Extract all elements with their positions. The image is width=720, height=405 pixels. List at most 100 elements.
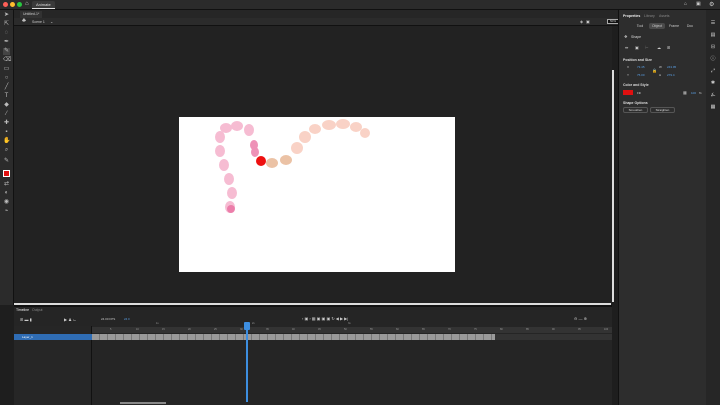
- playhead[interactable]: [246, 322, 248, 402]
- shape-options-header[interactable]: Shape Options: [623, 101, 648, 105]
- frame-number: 75: [474, 328, 477, 331]
- center-stage-icon[interactable]: ◈: [580, 19, 583, 24]
- y-field[interactable]: 75.00: [637, 73, 645, 77]
- opacity-field[interactable]: 100: [691, 91, 696, 95]
- playback-controls[interactable]: ‹ ▣ › ▦ ▣ ▣ ▣ ↻ ◀ ▶ ▶|: [302, 316, 348, 321]
- properties-icon[interactable]: ☰: [710, 20, 716, 26]
- time-label: 2s: [252, 322, 255, 325]
- bone-tool-icon[interactable]: ✚: [3, 120, 10, 127]
- close-window-button[interactable]: [3, 2, 8, 7]
- layer-row[interactable]: Layer_1: [14, 334, 92, 340]
- fill-color-swatch[interactable]: [3, 170, 10, 177]
- layer-name[interactable]: Layer_1: [22, 335, 33, 339]
- fps-field[interactable]: 24.00 FPS: [101, 317, 115, 321]
- workspace-icon[interactable]: ⌂: [684, 1, 687, 7]
- frame-value[interactable]: 24: [124, 317, 127, 321]
- break-apart-icon[interactable]: ⊢: [645, 45, 648, 50]
- oval-tool-icon[interactable]: ○: [3, 75, 10, 82]
- frame-number: 50: [344, 328, 347, 331]
- camera-icon[interactable]: ▶ ♟ ⌙: [64, 317, 76, 322]
- app-tab[interactable]: Animate: [32, 1, 55, 9]
- stroke-color-icon[interactable]: ✎: [3, 158, 10, 165]
- paint-bucket-icon[interactable]: ◆: [3, 102, 10, 109]
- subtab-doc[interactable]: Doc: [683, 23, 697, 29]
- align-icon[interactable]: ⇹: [625, 45, 628, 50]
- timeline-scrollbar[interactable]: [120, 402, 166, 404]
- frame-number: 30: [240, 328, 243, 331]
- edit-scene-icon[interactable]: ♣: [22, 18, 26, 24]
- settings-icon[interactable]: ⚙: [709, 1, 714, 8]
- stage-canvas[interactable]: [179, 117, 455, 272]
- snap-icon[interactable]: ◉: [3, 199, 10, 206]
- position-size-header[interactable]: Position and Size: [623, 58, 652, 62]
- transform-panel-icon[interactable]: ⤢: [710, 68, 716, 74]
- frame-number: 55: [370, 328, 373, 331]
- selection-tool-icon[interactable]: ➤: [3, 12, 10, 19]
- line-tool-icon[interactable]: ╱: [3, 84, 10, 91]
- h-label: H: [659, 73, 662, 77]
- brush-stroke-drawing[interactable]: [179, 117, 455, 272]
- lock-icon[interactable]: 🔒: [652, 68, 657, 73]
- tab-output[interactable]: Output: [32, 308, 43, 312]
- subtab-object[interactable]: Object: [649, 23, 665, 29]
- w-field[interactable]: 243.95: [667, 65, 676, 69]
- components-icon[interactable]: ✱: [710, 80, 716, 86]
- fill-label: Fill: [637, 91, 641, 95]
- brush-tool-icon[interactable]: ✎: [3, 48, 10, 55]
- opacity-unit: %: [699, 91, 702, 95]
- smooth-icon[interactable]: ⌁: [3, 208, 10, 215]
- home-icon[interactable]: ⌂: [25, 1, 29, 7]
- frame-ruler[interactable]: 5 10 15 20 25 30 35 40 45 50 55 60 65 70 75 80 85 90 95 100…: [92, 322, 612, 333]
- scene-selector[interactable]: Scene 1: [32, 20, 45, 24]
- align-panel-icon[interactable]: ⊟: [710, 44, 716, 50]
- frame-field[interactable]: 24 F: [124, 317, 130, 321]
- document-tab[interactable]: Untitled-1*: [20, 11, 43, 18]
- timeline-zoom-icon[interactable]: ⊖ — ⊕: [574, 316, 587, 321]
- swatches-icon[interactable]: ▦: [710, 104, 716, 110]
- tab-timeline[interactable]: Timeline: [16, 308, 29, 312]
- frame-number: 85: [526, 328, 529, 331]
- hand-tool-icon[interactable]: ✋: [3, 138, 10, 145]
- info-icon[interactable]: ⓘ: [710, 56, 716, 62]
- chevron-down-icon[interactable]: ⌄: [50, 19, 53, 24]
- zoom-tool-icon[interactable]: ⌕: [3, 147, 10, 154]
- shape-tween-icon[interactable]: ☁: [657, 45, 661, 50]
- tab-properties[interactable]: Properties: [623, 14, 640, 18]
- straighten-button[interactable]: Straighten: [650, 107, 675, 113]
- layer-frames[interactable]: [92, 334, 495, 340]
- eraser-tool-icon[interactable]: ⌫: [3, 57, 11, 64]
- library-icon[interactable]: ▤: [710, 32, 716, 38]
- playhead-handle[interactable]: [244, 322, 250, 330]
- frame-number: 90: [552, 328, 555, 331]
- convert-symbol-icon[interactable]: ⊞: [667, 45, 670, 50]
- clip-icon[interactable]: ▣: [586, 19, 590, 24]
- fps-value[interactable]: 24.00: [101, 317, 109, 321]
- new-layer-icon[interactable]: ⊞ ▬ ▮: [20, 317, 32, 322]
- subselection-tool-icon[interactable]: ⇱: [3, 21, 10, 28]
- tab-assets[interactable]: Assets: [659, 14, 670, 18]
- swap-colors-icon[interactable]: ⇄: [3, 181, 10, 188]
- camera-tool-icon[interactable]: ▪: [3, 129, 10, 136]
- brush-mode-icon[interactable]: ◐: [3, 190, 10, 197]
- pen-tool-icon[interactable]: ✒: [3, 39, 10, 46]
- empty-frames[interactable]: [495, 334, 612, 340]
- subtab-frame[interactable]: Frame: [667, 23, 681, 29]
- color-style-header[interactable]: Color and Style: [623, 83, 649, 87]
- smoothen-button[interactable]: Smoothen: [623, 107, 648, 113]
- motion-presets-icon[interactable]: ⍼: [710, 92, 716, 98]
- lasso-tool-icon[interactable]: ◌: [3, 30, 10, 37]
- h-field[interactable]: 279.4: [667, 73, 675, 77]
- tab-library[interactable]: Library: [644, 14, 655, 18]
- timeline-panel: Timeline Output ⊞ ▬ ▮ ▶ ♟ ⌙ 24.00 FPS 24…: [14, 305, 612, 405]
- eyedropper-icon[interactable]: ⁄: [3, 111, 10, 118]
- vertical-scrollbar[interactable]: [612, 70, 614, 302]
- rectangle-tool-icon[interactable]: ▭: [3, 66, 10, 73]
- subtab-tool[interactable]: Tool: [633, 23, 647, 29]
- layout-icon[interactable]: ▣: [696, 1, 701, 7]
- transform-icon[interactable]: ▣: [635, 45, 639, 50]
- x-field[interactable]: 73.45: [637, 65, 645, 69]
- fill-swatch[interactable]: [623, 90, 633, 95]
- text-tool-icon[interactable]: T: [3, 93, 10, 100]
- minimize-window-button[interactable]: [10, 2, 15, 7]
- maximize-window-button[interactable]: [17, 2, 22, 7]
